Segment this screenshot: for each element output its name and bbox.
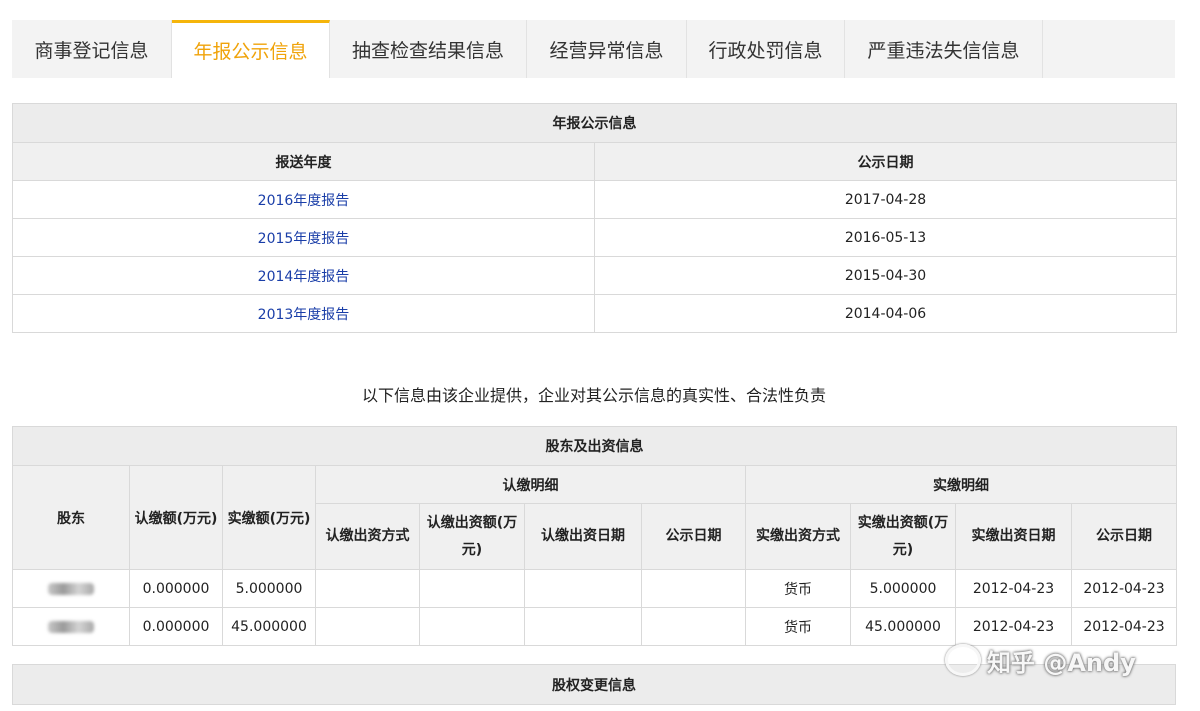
column-header-subscribed-amount: 认缴额(万元) xyxy=(129,465,223,570)
table-row: 2013年度报告 2014-04-06 xyxy=(12,294,1177,333)
column-header-shareholder: 股东 xyxy=(12,465,130,570)
shareholder-section-title: 股东及出资信息 xyxy=(12,426,1177,466)
sub-date xyxy=(524,569,642,608)
column-header-paid-amount-detail: 实缴出资额(万元) xyxy=(850,503,956,570)
report-link[interactable]: 2014年度报告 xyxy=(258,269,350,285)
column-header-sub-method: 认缴出资方式 xyxy=(315,503,420,570)
paid-method: 货币 xyxy=(745,569,851,608)
disclaimer-notice: 以下信息由该企业提供，企业对其公示信息的真实性、合法性负责 xyxy=(361,386,826,405)
column-header-paid-date: 实缴出资日期 xyxy=(955,503,1072,570)
tab-annual-report[interactable]: 年报公示信息 xyxy=(172,20,330,78)
tab-inspection-results[interactable]: 抽查检查结果信息 xyxy=(330,20,527,78)
shareholder-table: 股东及出资信息 股东 认缴额(万元) 实缴额(万元) 认缴明细 实缴明细 认缴出… xyxy=(12,426,1177,646)
tab-abnormal-operation[interactable]: 经营异常信息 xyxy=(527,20,687,78)
sub-amount xyxy=(419,569,525,608)
publish-date: 2015-04-30 xyxy=(594,256,1177,295)
subscribed-amount: 0.000000 xyxy=(129,569,223,608)
sub-method xyxy=(315,607,420,646)
table-row: 2015年度报告 2016-05-13 xyxy=(12,218,1177,257)
annual-report-title: 年报公示信息 xyxy=(12,103,1177,143)
report-link[interactable]: 2013年度报告 xyxy=(258,307,350,323)
group-header-paid-detail: 实缴明细 xyxy=(745,465,1177,504)
column-header-paid-publish-date: 公示日期 xyxy=(1071,503,1177,570)
paid-amount-detail: 5.000000 xyxy=(850,569,956,608)
report-link[interactable]: 2015年度报告 xyxy=(258,231,350,247)
paid-publish-date: 2012-04-23 xyxy=(1071,569,1177,608)
column-header-sub-amount: 认缴出资额(万元) xyxy=(419,503,525,570)
sub-method xyxy=(315,569,420,608)
paid-date: 2012-04-23 xyxy=(955,569,1072,608)
tab-administrative-penalty[interactable]: 行政处罚信息 xyxy=(687,20,845,78)
tab-bar: 商事登记信息 年报公示信息 抽查检查结果信息 经营异常信息 行政处罚信息 严重违… xyxy=(12,20,1175,78)
report-link[interactable]: 2016年度报告 xyxy=(258,193,350,209)
paid-amount: 45.000000 xyxy=(222,607,316,646)
annual-report-table: 年报公示信息 报送年度 公示日期 2016年度报告 2017-04-28 201… xyxy=(12,103,1177,333)
publish-date: 2016-05-13 xyxy=(594,218,1177,257)
paid-amount-detail: 45.000000 xyxy=(850,607,956,646)
watermark-text: 知乎 @Andy xyxy=(987,648,1136,677)
tab-serious-violation[interactable]: 严重违法失信信息 xyxy=(845,20,1043,78)
shareholder-name-redacted xyxy=(12,569,130,608)
tab-business-registration[interactable]: 商事登记信息 xyxy=(12,20,172,78)
group-header-subscribed-detail: 认缴明细 xyxy=(315,465,746,504)
column-header-paid-method: 实缴出资方式 xyxy=(745,503,851,570)
column-header-paid-amount: 实缴额(万元) xyxy=(222,465,316,570)
chat-bubble-icon xyxy=(945,644,981,676)
column-header-publish-date: 公示日期 xyxy=(594,142,1177,181)
zhihu-watermark: 知乎 @Andy xyxy=(945,640,1175,680)
column-header-sub-publish-date: 公示日期 xyxy=(641,503,746,570)
sub-date xyxy=(524,607,642,646)
publish-date: 2014-04-06 xyxy=(594,294,1177,333)
sub-publish-date xyxy=(641,607,746,646)
table-row: 2014年度报告 2015-04-30 xyxy=(12,256,1177,295)
sub-publish-date xyxy=(641,569,746,608)
paid-amount: 5.000000 xyxy=(222,569,316,608)
sub-amount xyxy=(419,607,525,646)
publish-date: 2017-04-28 xyxy=(594,180,1177,219)
table-row: 0.000000 5.000000 货币 5.000000 2012-04-23… xyxy=(12,569,1177,608)
column-header-report-year: 报送年度 xyxy=(12,142,595,181)
shareholder-name-redacted xyxy=(12,607,130,646)
paid-method: 货币 xyxy=(745,607,851,646)
table-row: 2016年度报告 2017-04-28 xyxy=(12,180,1177,219)
column-header-sub-date: 认缴出资日期 xyxy=(524,503,642,570)
subscribed-amount: 0.000000 xyxy=(129,607,223,646)
